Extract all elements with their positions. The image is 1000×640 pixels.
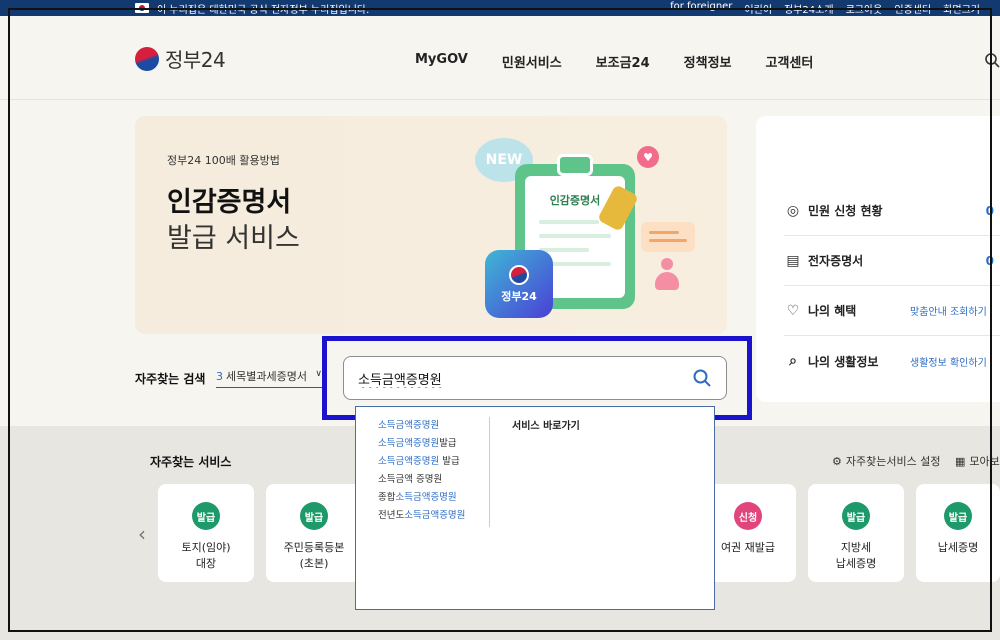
grid-icon: ▦ [955,454,966,468]
row-label: 민원 신청 현황 [808,204,883,218]
link-logout[interactable]: 로그아웃 [846,1,883,16]
chevron-left-icon[interactable]: ‹ [138,522,146,546]
clip-icon [557,154,593,176]
link-screen-size[interactable]: 화면크기 [943,1,980,16]
chat-bubble-icon [641,222,695,252]
logo-text: 정부24 [165,48,226,72]
link-kids[interactable]: 어린이 [744,1,772,16]
suggestion-item[interactable]: 전년도소득금액증명원 [378,507,465,525]
service-name: 납세증명 [937,541,979,554]
paper-line [539,234,611,238]
main-nav: MyGOV 민원서비스 보조금24 정책정보 고객센터 [415,52,813,71]
suggestion-list: 소득금액증명원 소득금액증명원발급 소득금액증명원 발급 소득금액 증명원 종합… [378,417,465,525]
search-doc-icon: ⌕ [789,353,797,369]
suggestion-item[interactable]: 소득금액증명원발급 [378,435,465,453]
settings-label: 자주찾는서비스 설정 [845,455,941,468]
row-link[interactable]: 생활정보 확인하기 [910,354,987,369]
settings-button[interactable]: ⚙ 자주찾는서비스 설정 [832,453,940,469]
official-site-notice: 이 누리집은 대한민국 공식 전자정부 누리집입니다. [157,4,370,16]
service-badge: 발급 [192,502,220,530]
main-search-box [343,356,727,400]
row-count: 0 [985,253,994,268]
service-badge: 발급 [842,502,870,530]
column-divider [489,417,490,527]
site-header: 정부24 MyGOV 민원서비스 보조금24 정책정보 고객센터 [0,16,1000,100]
row-label: 전자증명서 [808,254,864,268]
row-link[interactable]: 맞춤안내 조회하기 [910,303,987,318]
row-my-benefits[interactable]: ♡ 나의 혜택 맞춤안내 조회하기 [784,286,1000,336]
chevron-down-icon: ∨ [315,369,322,379]
banner-subtitle: 정부24 100배 활용방법 [167,154,280,167]
suggestion-item[interactable]: 종합소득금액증명원 [378,489,465,507]
suggestion-item[interactable]: 소득금액 증명원 [378,471,465,489]
service-shortcut-title: 서비스 바로가기 [512,421,580,432]
header-search-icon[interactable] [984,52,1000,68]
service-card[interactable]: 발급 납세증명 [916,484,1000,582]
nav-policy[interactable]: 정책정보 [684,52,732,71]
link-about[interactable]: 정부24소개 [784,1,834,16]
service-name: 지방세 납세증명 [835,541,877,570]
promo-banner[interactable]: 정부24 100배 활용방법 인감증명서 발급 서비스 NEW 인감증명서 ♥ … [135,116,727,334]
row-application-status[interactable]: ◎ 민원 신청 현황 0 [784,186,1000,236]
row-count: 0 [985,203,994,218]
document-icon: ▤ [786,252,800,269]
autocomplete-dropdown: 소득금액증명원 소득금액증명원발급 소득금액증명원 발급 소득금액 증명원 종합… [355,406,715,610]
nav-civil-service[interactable]: 민원서비스 [502,52,562,71]
link-cert-center[interactable]: 인증센터 [894,1,931,16]
link-foreigner[interactable]: for foreigner [670,1,732,16]
gear-icon: ⚙ [832,454,842,468]
site-logo[interactable]: 정부24 [135,44,226,73]
heart-icon: ♥ [637,146,659,168]
view-all-label: 모아보 [969,455,1000,468]
row-life-info[interactable]: ⌕ 나의 생활정보 생활정보 확인하기 [784,336,1000,386]
app-icon-label: 정부24 [501,289,537,303]
nav-customer-center[interactable]: 고객센터 [766,52,814,71]
search-icon[interactable] [692,368,712,388]
person-circle-icon: ◎ [786,202,800,219]
section-title: 자주찾는 서비스 [150,455,232,469]
taegeuk-logo-icon [135,46,159,71]
search-input[interactable] [358,367,678,389]
nav-mygov[interactable]: MyGOV [415,52,468,71]
rank-number: 3 [216,370,223,383]
app-icon: 정부24 [485,250,553,318]
service-badge: 발급 [944,502,972,530]
view-all-button[interactable]: ▦ 모아보 [955,453,1000,469]
utility-links: for foreigner 어린이 정부24소개 로그아웃 인증센터 화면크기 [670,1,980,16]
service-name: 주민등록등본 (초본) [283,541,345,570]
korea-flag-icon [135,3,149,13]
banner-title: 인감증명서 [167,187,292,218]
frequent-search-select[interactable]: 3 세목별과세증명서 ∨ [216,368,324,388]
nav-subsidy[interactable]: 보조금24 [596,52,650,71]
service-card[interactable]: 발급 주민등록등본 (초본) [266,484,362,582]
heart-icon: ♡ [786,302,800,319]
frequent-search-label: 자주찾는 검색 [135,372,206,386]
service-card[interactable]: 발급 토지(임야) 대장 [158,484,254,582]
suggestion-item[interactable]: 소득금액증명원 [378,417,465,435]
row-label: 나의 생활정보 [808,354,879,369]
rank-keyword: 세목별과세증명서 [226,370,307,383]
my-info-panel: ◎ 민원 신청 현황 0 ▤ 전자증명서 0 ♡ 나의 혜택 맞춤안내 조회하기… [756,116,1000,402]
row-label: 나의 혜택 [808,304,857,318]
person-icon [655,258,679,294]
paper-line [539,220,599,224]
service-name: 토지(임야) 대장 [181,541,231,570]
service-badge: 발급 [300,502,328,530]
banner-title-2: 발급 서비스 [167,223,300,254]
service-card[interactable]: 발급 지방세 납세증명 [808,484,904,582]
service-badge: 신청 [734,502,762,530]
top-notice-bar: 이 누리집은 대한민국 공식 전자정부 누리집입니다. for foreigne… [0,0,1000,16]
row-e-certificate[interactable]: ▤ 전자증명서 0 [784,236,1000,286]
suggestion-item[interactable]: 소득금액증명원 발급 [378,453,465,471]
taegeuk-icon [509,264,529,285]
